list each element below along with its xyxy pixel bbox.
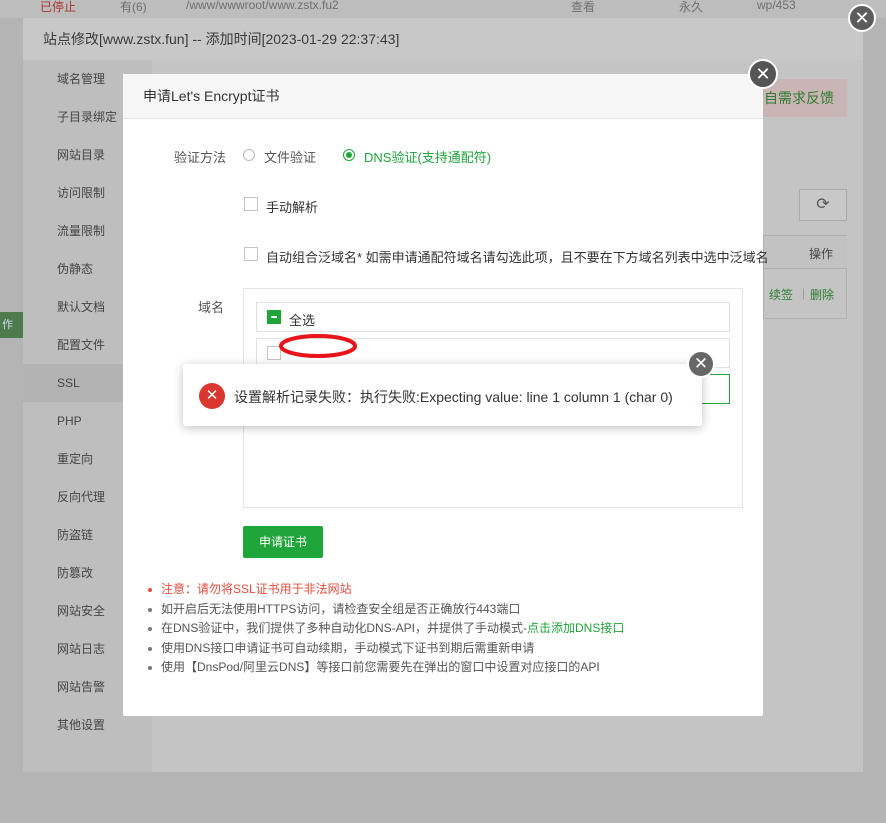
background-site-row: 已停止 有(6) /www/wwwroot/www.zstx.fu2 查看 永久… bbox=[0, 0, 886, 18]
tip-item: 在DNS验证中，我们提供了多种自动化DNS-API，并提供了手动模式-点击添加D… bbox=[147, 619, 747, 639]
refresh-button[interactable]: ⟳ bbox=[799, 189, 847, 221]
tips-list: 注意：请勿将SSL证书用于非法网站 如开启后无法使用HTTPS访问，请检查安全组… bbox=[147, 580, 747, 678]
select-all-checkbox[interactable] bbox=[267, 310, 281, 324]
site-remark: wp/453 bbox=[757, 0, 796, 12]
close-icon: ✕ bbox=[854, 7, 870, 28]
action-column-header: 操作 bbox=[808, 247, 833, 261]
close-icon: ✕ bbox=[755, 63, 771, 84]
verify-method-label: 验证方法 bbox=[174, 150, 227, 165]
manual-resolve-label[interactable]: 手动解析 bbox=[266, 197, 318, 216]
site-edit-title: 站点修改[www.zstx.fun] -- 添加时间[2023-01-29 22… bbox=[23, 18, 863, 61]
close-icon: ✕ bbox=[693, 354, 709, 373]
error-toast: ✕ 设置解析记录失败：执行失败:Expecting value: line 1 … bbox=[183, 364, 702, 426]
site-path: /www/wwwroot/www.zstx.fu2 bbox=[186, 0, 339, 12]
link-divider: | bbox=[802, 286, 806, 300]
select-all-label[interactable]: 全选 bbox=[289, 310, 315, 329]
file-verify-label[interactable]: 文件验证 bbox=[264, 147, 316, 166]
refresh-icon: ⟳ bbox=[816, 196, 830, 213]
tip-text: 在DNS验证中，我们提供了多种自动化DNS-API，并提供了手动模式- bbox=[161, 621, 528, 635]
delete-link[interactable]: 删除 bbox=[810, 286, 834, 303]
domain-label: 域名 bbox=[198, 300, 225, 315]
site-view-link: 查看 bbox=[571, 0, 596, 14]
close-dialog-button[interactable]: ✕ bbox=[748, 59, 778, 89]
add-dns-api-link[interactable]: 点击添加DNS接口 bbox=[527, 621, 624, 635]
background-left-badge: 作 bbox=[0, 312, 23, 338]
error-message: 设置解析记录失败：执行失败:Expecting value: line 1 co… bbox=[234, 389, 673, 405]
close-toast-button[interactable]: ✕ bbox=[687, 350, 715, 378]
tip-item: 注意：请勿将SSL证书用于非法网站 bbox=[147, 580, 747, 600]
tip-item: 如开启后无法使用HTTPS访问，请检查安全组是否正确放行443端口 bbox=[147, 600, 747, 620]
error-icon: ✕ bbox=[199, 383, 225, 409]
select-all-item[interactable]: 全选 bbox=[256, 302, 730, 332]
site-status: 已停止 bbox=[40, 0, 77, 14]
cert-table-header: 操作 bbox=[763, 235, 847, 269]
dialog-title: 申请Let's Encrypt证书 bbox=[123, 74, 763, 119]
red-annotation-ellipse bbox=[279, 334, 357, 358]
dns-verify-label[interactable]: DNS验证(支持通配符) bbox=[364, 147, 491, 166]
tip-item: 使用【DnsPod/阿里云DNS】等接口前您需要先在弹出的窗口中设置对应接口的A… bbox=[147, 658, 747, 678]
manual-resolve-checkbox[interactable] bbox=[244, 197, 258, 211]
tip-item: 使用DNS接口申请证书可自动续期，手动模式下证书到期后需重新申请 bbox=[147, 639, 747, 659]
apply-cert-button[interactable]: 申请证书 bbox=[243, 526, 323, 558]
close-site-modal-button[interactable]: ✕ bbox=[848, 4, 876, 32]
site-backups: 有(6) bbox=[120, 0, 147, 14]
file-verify-radio[interactable] bbox=[243, 149, 255, 161]
auto-wildcard-label[interactable]: 自动组合泛域名* 如需申请通配符域名请勾选此项，且不要在下方域名列表中选中泛域名 bbox=[266, 247, 769, 266]
cert-table-row: 续签 | 删除 bbox=[763, 269, 847, 319]
auto-wildcard-checkbox[interactable] bbox=[244, 247, 258, 261]
site-expiry: 永久 bbox=[679, 0, 704, 14]
dns-verify-radio[interactable] bbox=[343, 149, 355, 161]
renew-link[interactable]: 续签 bbox=[769, 286, 793, 303]
